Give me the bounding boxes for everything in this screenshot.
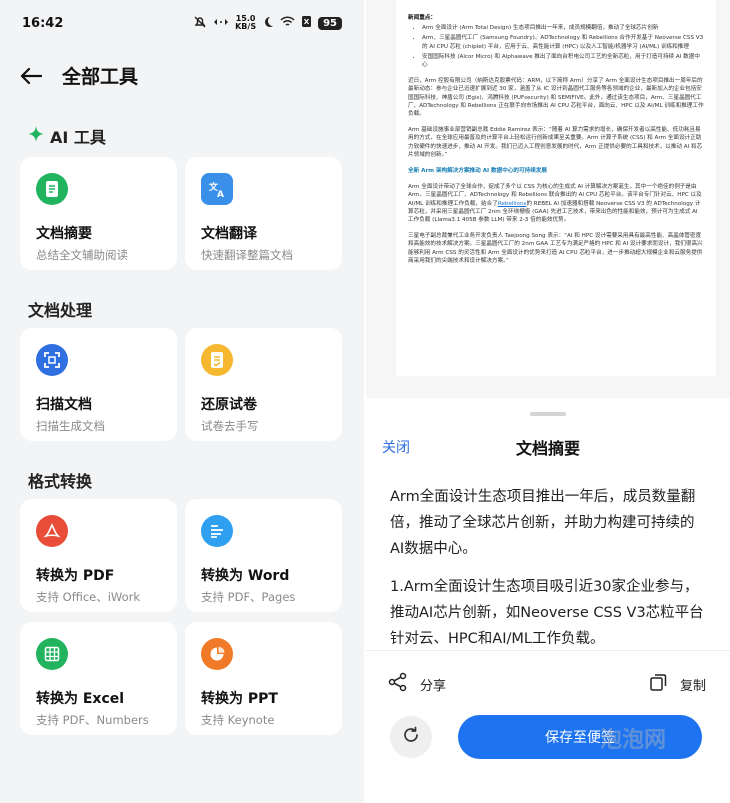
copy-button[interactable]: 复制 <box>648 672 706 696</box>
drag-handle[interactable] <box>530 412 566 416</box>
page-title: 全部工具 <box>62 66 139 88</box>
document-preview[interactable]: 新闻重点： Arm 全面设计 (Arm Total Design) 生态项目推出… <box>366 0 730 398</box>
pdf-icon <box>36 515 68 547</box>
card-desc: 支持 Office、iWork <box>36 590 141 604</box>
exam-paper-icon <box>201 344 233 376</box>
divider <box>366 650 730 651</box>
section-format-convert: 格式转换 <box>28 472 93 491</box>
refresh-icon <box>401 725 421 749</box>
card-title: 转换为 PPT <box>201 691 278 707</box>
card-desc: 试卷去手写 <box>201 419 259 433</box>
doc-heading: 新闻重点： <box>408 15 436 21</box>
tool-card-doc-summary[interactable]: 文档摘要 总结全文辅助阅读 <box>20 157 177 270</box>
card-desc: 总结全文辅助阅读 <box>36 248 128 262</box>
doc-bullet: Arm、三星晶圆代工厂 (Samsung Foundry)、ADTechnolo… <box>422 34 704 50</box>
doc-paragraph: 近日，Arm 控股有限公司（纳斯达克股票代码：ARM，以下简称 Arm）分享了 … <box>408 78 704 118</box>
tool-card-to-excel[interactable]: 转换为 Excel 支持 PDF、Numbers <box>20 622 177 735</box>
card-title: 转换为 Excel <box>36 691 125 707</box>
ppt-icon <box>201 638 233 670</box>
card-desc: 支持 PDF、Numbers <box>36 713 149 727</box>
doc-link[interactable]: Rebellions <box>498 201 527 207</box>
tool-card-to-word[interactable]: 转换为 Word 支持 PDF、Pages <box>185 499 342 612</box>
card-title: 转换为 PDF <box>36 568 115 584</box>
doc-paragraph: Arm 基础设施事业部营销副总裁 Eddie Ramirez 表示：“随着 AI… <box>408 127 703 158</box>
watermark: 泡泡网 <box>600 728 667 753</box>
share-label: 分享 <box>420 678 447 694</box>
summary-panel: 新闻重点： Arm 全面设计 (Arm Total Design) 生态项目推出… <box>366 0 730 803</box>
card-title: 还原试卷 <box>201 397 257 413</box>
copy-icon <box>648 672 668 696</box>
tool-card-to-pdf[interactable]: 转换为 PDF 支持 Office、iWork <box>20 499 177 612</box>
doc-bullets: Arm 全面设计 (Arm Total Design) 生态项目推出一年来，成员… <box>408 24 704 69</box>
card-desc: 快速翻译整篇文档 <box>201 248 293 262</box>
sim-icon <box>301 15 312 31</box>
doc-bullet: 安国国际科技 (Alcor Micro) 和 Alphawave 推出了面向台积… <box>422 53 704 69</box>
doc-paragraph: 三星电子副总裁兼代工业务开发负责人 Taejoong Song 表示：“AI 和… <box>408 233 703 264</box>
tool-card-scan-doc[interactable]: 扫描文档 扫描生成文档 <box>20 328 177 441</box>
doc-paragraph: Arm 全面设计带动了全球合作，促成了多个以 CSS 为核心的生成式 AI 计算… <box>408 184 702 224</box>
scan-icon <box>36 344 68 376</box>
translate-icon: 文A <box>201 173 233 205</box>
status-time: 16:42 <box>22 15 64 31</box>
regenerate-button[interactable] <box>390 716 432 758</box>
card-title: 转换为 Word <box>201 568 290 584</box>
tools-panel: 16:42 15.0 KB/S 95 全部工具 AI 工具 文档摘要 总结全文辅… <box>0 0 364 803</box>
share-button[interactable]: 分享 <box>388 672 446 696</box>
summary-sheet: 文档摘要 关闭 Arm全面设计生态项目推出一年后，成员数量翻倍，推动了全球芯片创… <box>366 400 730 803</box>
section-doc-processing: 文档处理 <box>28 301 93 320</box>
card-title: 扫描文档 <box>36 397 92 413</box>
card-desc: 扫描生成文档 <box>36 419 105 433</box>
close-button[interactable]: 关闭 <box>382 437 410 457</box>
card-desc: 支持 PDF、Pages <box>201 590 296 604</box>
network-speed: 15.0 KB/S <box>235 14 257 31</box>
tool-card-restore-paper[interactable]: 还原试卷 试卷去手写 <box>185 328 342 441</box>
card-title: 文档翻译 <box>201 226 257 242</box>
section-ai-tools: AI 工具 <box>28 124 106 148</box>
sheet-title: 文档摘要 <box>515 439 580 458</box>
excel-icon <box>36 638 68 670</box>
document-page: 新闻重点： Arm 全面设计 (Arm Total Design) 生态项目推出… <box>396 0 716 376</box>
card-title: 文档摘要 <box>36 226 92 242</box>
battery-indicator: 95 <box>318 16 342 30</box>
tool-card-to-ppt[interactable]: 转换为 PPT 支持 Keynote <box>185 622 342 735</box>
summary-paragraph: 1.Arm全面设计生态项目吸引近30家企业参与，推动AI芯片创新，如Neover… <box>390 579 704 647</box>
mute-icon <box>193 15 207 32</box>
moon-icon <box>262 16 274 31</box>
word-icon <box>201 515 233 547</box>
tool-card-doc-translate[interactable]: 文A 文档翻译 快速翻译整篇文档 <box>185 157 342 270</box>
document-summary-icon <box>36 173 68 205</box>
back-arrow-icon[interactable] <box>18 63 44 89</box>
data-transfer-icon <box>213 16 229 31</box>
sparkle-icon <box>28 126 44 146</box>
doc-bullet: Arm 全面设计 (Arm Total Design) 生态项目推出一年来，成员… <box>422 24 704 32</box>
summary-paragraph: Arm全面设计生态项目推出一年后，成员数量翻倍，推动了全球芯片创新，并助力构建可… <box>390 489 696 557</box>
page-header: 全部工具 <box>18 62 138 89</box>
doc-subheading: 全新 Arm 架构解决方案推动 AI 数据中心的可持续发展 <box>408 168 547 175</box>
summary-content: Arm全面设计生态项目推出一年后，成员数量翻倍，推动了全球芯片创新，并助力构建可… <box>390 484 708 664</box>
share-icon <box>388 672 408 696</box>
copy-label: 复制 <box>680 678 707 694</box>
status-bar: 16:42 15.0 KB/S 95 <box>22 12 342 34</box>
svg-text:A: A <box>217 190 224 198</box>
card-desc: 支持 Keynote <box>201 713 275 727</box>
wifi-icon <box>280 15 295 31</box>
